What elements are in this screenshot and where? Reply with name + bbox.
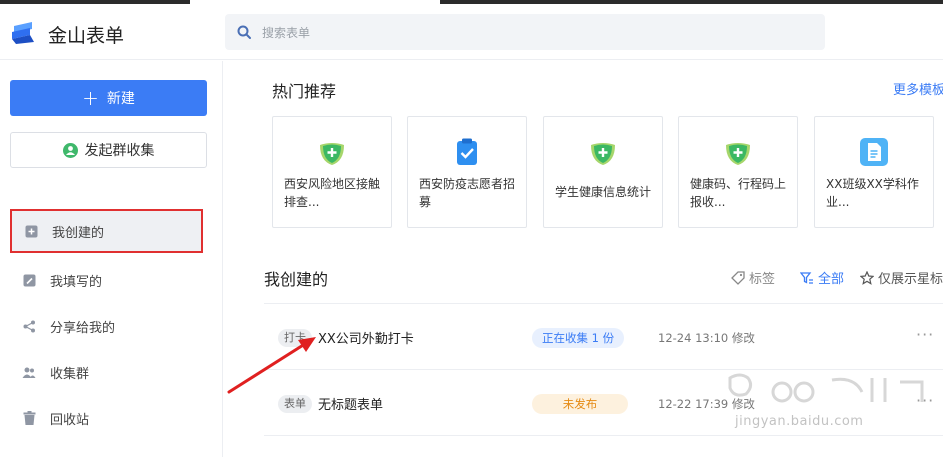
sidebar-item-groups[interactable]: 收集群	[10, 350, 203, 394]
modified-time: 12-22 17:39 修改	[658, 397, 755, 411]
type-tag: 表单	[278, 395, 312, 413]
divider	[264, 435, 943, 436]
sidebar-item-label: 收集群	[50, 366, 90, 382]
sidebar-item-label: 我填写的	[50, 274, 103, 290]
tag-icon	[731, 270, 745, 285]
status-badge: 未发布	[532, 394, 628, 414]
all-filter-label: 全部	[818, 272, 845, 287]
search-icon	[237, 25, 251, 39]
star-only-label: 仅展示星标	[878, 272, 943, 287]
new-button-label: 新建	[106, 91, 135, 107]
status-badge: 正在收集 1 份	[532, 328, 625, 348]
form-plus-icon	[24, 224, 38, 238]
edit-icon	[22, 273, 36, 287]
template-card[interactable]: 西安防疫志愿者招募	[407, 116, 527, 228]
template-card-label: 西安风险地区接触排查...	[284, 177, 381, 209]
template-card[interactable]: 西安风险地区接触排查...	[272, 116, 392, 228]
template-card[interactable]: 健康码、行程码上报收...	[678, 116, 798, 228]
green-shield-plus-icon	[726, 143, 750, 165]
header: 金山表单 搜索表单	[0, 4, 943, 60]
template-card-label: 学生健康信息统计	[555, 185, 652, 199]
filter-icon	[800, 271, 813, 284]
blue-document-icon	[860, 138, 888, 166]
template-card-label: 西安防疫志愿者招募	[419, 177, 516, 209]
template-card[interactable]: 学生健康信息统计	[543, 116, 663, 228]
app-logo-icon	[12, 22, 34, 44]
app-title: 金山表单	[48, 25, 125, 47]
sidebar-item-label: 回收站	[50, 412, 90, 428]
more-options-icon[interactable]: ···	[916, 325, 934, 344]
sidebar: + 新建 发起群收集 我创建的 我填写的 分享给我的 收集群 回收站	[0, 61, 223, 457]
search-input[interactable]: 搜索表单	[225, 14, 825, 50]
sidebar-item-label: 我创建的	[52, 225, 105, 241]
group-collect-label: 发起群收集	[84, 143, 155, 159]
table-row[interactable]: 打卡 XX公司外勤打卡 正在收集 1 份 12-24 13:10 修改 ···	[264, 304, 943, 370]
hot-section-title: 热门推荐	[272, 82, 337, 101]
more-templates-link[interactable]: 更多模板	[893, 79, 943, 98]
blue-clipboard-check-icon	[457, 138, 477, 165]
type-tag: 打卡	[278, 329, 312, 347]
star-only-filter[interactable]: 仅展示星标	[860, 268, 943, 287]
new-button[interactable]: + 新建	[10, 80, 207, 116]
modified-time: 12-24 13:10 修改	[658, 331, 755, 345]
green-shield-plus-icon	[591, 143, 615, 165]
share-icon	[22, 319, 36, 333]
template-card[interactable]: XX班级XX学科作业...	[814, 116, 934, 228]
group-icon	[22, 365, 36, 379]
green-shield-plus-icon	[320, 143, 344, 165]
plus-icon: +	[82, 86, 99, 110]
mine-section-title: 我创建的	[264, 270, 329, 289]
trash-icon	[22, 411, 36, 425]
tag-filter[interactable]: 标签	[731, 268, 775, 287]
sidebar-item-trash[interactable]: 回收站	[10, 396, 203, 440]
form-name[interactable]: 无标题表单	[318, 394, 383, 413]
search-placeholder: 搜索表单	[262, 26, 311, 40]
template-card-label: XX班级XX学科作业...	[826, 177, 919, 209]
group-collect-button[interactable]: 发起群收集	[10, 132, 207, 168]
tag-filter-label: 标签	[749, 272, 776, 287]
main-content: 热门推荐 更多模板 西安风险地区接触排查... 西安防疫志愿者招募 学生健康信息…	[224, 61, 943, 457]
sidebar-item-label: 分享给我的	[50, 320, 116, 336]
user-icon	[62, 142, 78, 158]
form-name[interactable]: XX公司外勤打卡	[318, 328, 414, 347]
star-icon	[860, 270, 874, 285]
more-options-icon[interactable]: ···	[916, 391, 934, 410]
sidebar-item-created[interactable]: 我创建的	[10, 209, 203, 253]
watermark-url: jingyan.baidu.com	[735, 414, 864, 429]
all-filter[interactable]: 全部	[800, 268, 844, 287]
sidebar-item-filled[interactable]: 我填写的	[10, 258, 203, 302]
template-card-label: 健康码、行程码上报收...	[690, 177, 787, 209]
sidebar-item-shared[interactable]: 分享给我的	[10, 304, 203, 348]
